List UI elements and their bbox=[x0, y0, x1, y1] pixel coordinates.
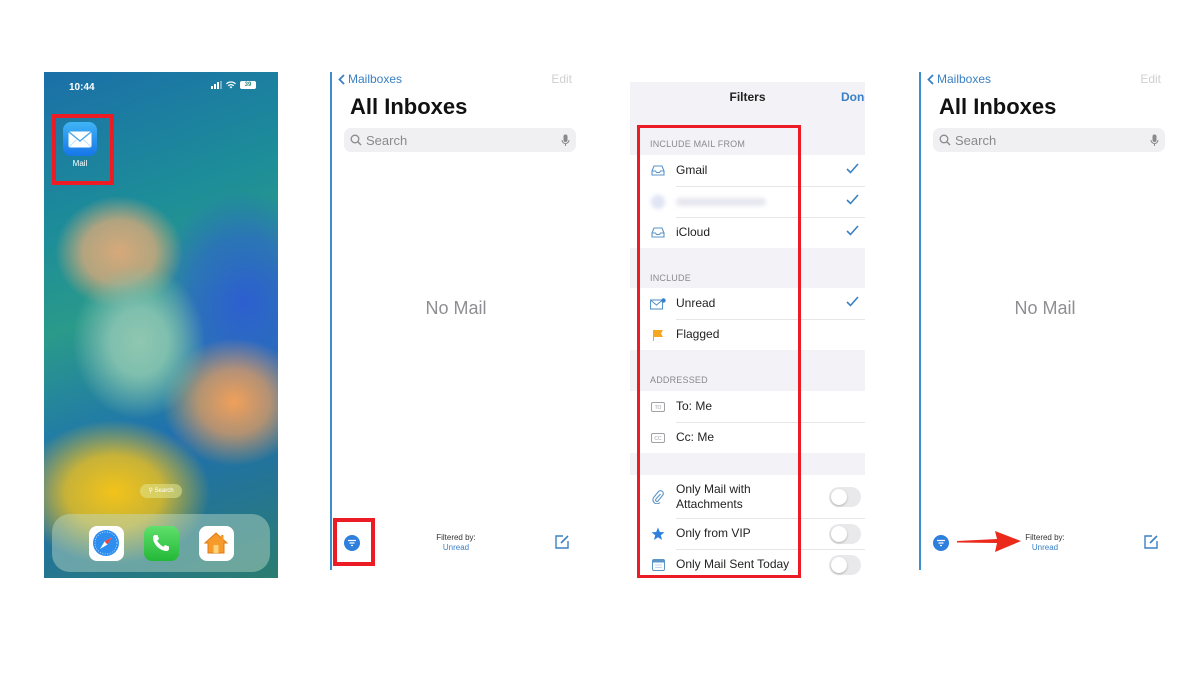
phone-handset-icon bbox=[153, 535, 169, 551]
chevron-left-icon bbox=[927, 73, 934, 85]
checkmark-icon bbox=[846, 296, 859, 307]
search-icon bbox=[350, 134, 362, 146]
mailboxes-back-button[interactable]: Mailboxes bbox=[338, 72, 402, 86]
highlight-box-filter-button bbox=[333, 518, 375, 566]
sent-today-toggle[interactable] bbox=[829, 554, 861, 575]
attachments-toggle[interactable] bbox=[829, 486, 861, 507]
status-bar: 10:44 39 bbox=[44, 72, 278, 102]
red-arrow-annotation bbox=[957, 531, 1021, 552]
edit-button[interactable]: Edit bbox=[1140, 72, 1161, 86]
page-title: All Inboxes bbox=[939, 94, 1057, 119]
highlight-box-mail-app bbox=[52, 114, 114, 185]
search-placeholder: Search bbox=[955, 132, 997, 148]
signal-icon bbox=[211, 81, 222, 89]
dock bbox=[52, 514, 270, 572]
search-icon bbox=[939, 134, 951, 146]
empty-state-text: No Mail bbox=[1014, 298, 1076, 318]
chevron-left-icon bbox=[338, 73, 345, 85]
home-app-icon[interactable] bbox=[198, 525, 234, 561]
compose-icon[interactable] bbox=[554, 534, 570, 550]
compose-icon[interactable] bbox=[1143, 534, 1159, 550]
compass-icon bbox=[93, 530, 119, 556]
back-label: Mailboxes bbox=[937, 72, 992, 86]
done-button[interactable]: Done bbox=[841, 90, 865, 104]
mail-list-after: Mailboxes Edit All Inboxes Search No Mai… bbox=[919, 72, 1169, 570]
battery-icon: 39 bbox=[240, 81, 256, 89]
edit-button[interactable]: Edit bbox=[551, 72, 572, 86]
empty-state-text: No Mail bbox=[425, 298, 487, 318]
phone-app-icon[interactable] bbox=[143, 525, 179, 561]
mailboxes-back-button[interactable]: Mailboxes bbox=[927, 72, 991, 86]
mail-list-before: Mailboxes Edit All Inboxes Search No Mai… bbox=[330, 72, 580, 570]
vip-toggle[interactable] bbox=[829, 523, 861, 544]
house-icon bbox=[203, 532, 229, 554]
home-search-label: Search bbox=[154, 488, 174, 494]
microphone-icon[interactable] bbox=[561, 134, 570, 147]
checkmark-icon bbox=[846, 163, 859, 174]
status-time: 10:44 bbox=[69, 82, 95, 93]
status-icons: 39 bbox=[211, 81, 256, 89]
filters-title: Filters bbox=[729, 90, 766, 104]
search-input[interactable]: Search bbox=[933, 128, 1165, 152]
page-title: All Inboxes bbox=[350, 94, 468, 119]
checkmark-icon bbox=[846, 194, 859, 205]
filters-header: Filters Done bbox=[630, 82, 865, 116]
microphone-icon[interactable] bbox=[1150, 134, 1159, 147]
safari-app-icon[interactable] bbox=[88, 525, 124, 561]
checkmark-icon bbox=[846, 225, 859, 236]
search-input[interactable]: Search bbox=[344, 128, 576, 152]
search-placeholder: Search bbox=[366, 132, 408, 148]
highlight-box-filter-options bbox=[637, 125, 801, 578]
home-search-pill[interactable]: ⚲ Search bbox=[140, 484, 182, 498]
wifi-icon bbox=[226, 81, 236, 89]
back-label: Mailboxes bbox=[348, 72, 403, 86]
